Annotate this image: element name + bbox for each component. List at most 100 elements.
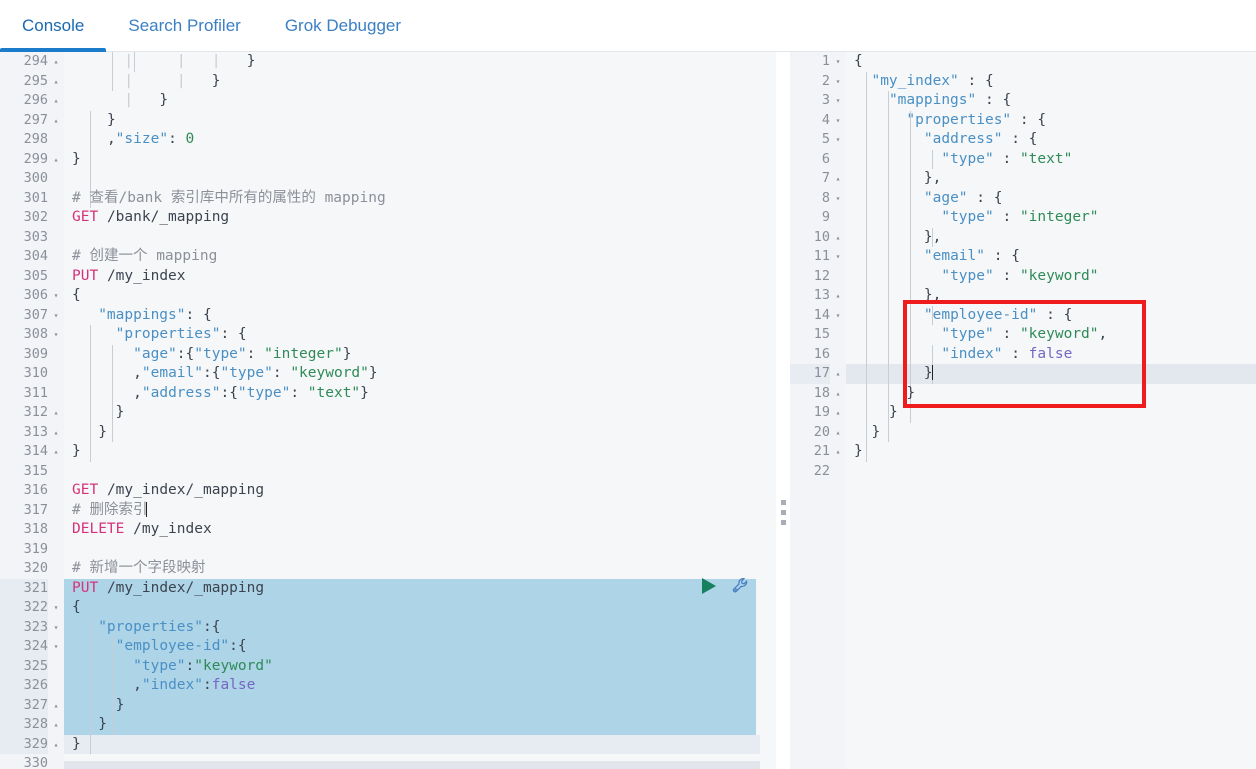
code-line[interactable]: 22 (790, 462, 1256, 482)
code-line[interactable]: 322 ▾ { (0, 598, 776, 618)
fold-toggle-icon[interactable]: ▴ (830, 364, 846, 384)
fold-toggle-icon[interactable]: ▴ (830, 442, 846, 462)
fold-toggle-icon[interactable]: ▴ (48, 91, 64, 111)
fold-toggle-icon[interactable]: ▴ (830, 169, 846, 189)
fold-toggle-icon[interactable]: ▾ (830, 111, 846, 131)
code-line[interactable]: 300 (0, 169, 776, 189)
code-line[interactable]: 313 ▴ } (0, 423, 776, 443)
code-line[interactable]: 329 ▴} (0, 734, 776, 755)
code-line[interactable]: 312 ▴ } (0, 403, 776, 423)
code-line[interactable]: 325 "type":"keyword" (0, 656, 776, 676)
code-line[interactable]: 326 ,"index":false (0, 676, 776, 696)
code-line[interactable]: 13 ▴ }, (790, 286, 1256, 306)
code-line[interactable]: 319 (0, 540, 776, 560)
code-line[interactable]: 1 ▾ { (790, 52, 1256, 72)
code-line[interactable]: 323 ▾ "properties":{ (0, 617, 776, 638)
code-line[interactable]: 304 # 创建一个 mapping (0, 247, 776, 267)
code-line[interactable]: 310 ,"email":{"type": "keyword"} (0, 364, 776, 384)
fold-toggle-icon[interactable]: ▴ (48, 696, 64, 716)
code-line[interactable]: 296 ▴ | } (0, 91, 776, 111)
code-line[interactable]: 321 PUT /my_index/_mapping (0, 578, 776, 598)
code-line[interactable]: 10 ▴ }, (790, 228, 1256, 248)
code-line[interactable]: 3 ▾ "mappings" : { (790, 91, 1256, 111)
fold-toggle-icon[interactable]: ▴ (48, 715, 64, 735)
tab-grok-debugger[interactable]: Grok Debugger (263, 0, 423, 52)
code-line[interactable]: 328 ▴ } (0, 715, 776, 735)
left-code-surface[interactable]: 294 ▴ | | | } 295 ▴ | | } 296 ▴ | } 297 ▴ } 298 … (0, 52, 776, 769)
code-line[interactable]: 295 ▴ | | } (0, 72, 776, 92)
request-action-controls[interactable] (700, 576, 751, 596)
play-icon[interactable] (700, 577, 717, 595)
code-line[interactable]: 19 ▴ } (790, 403, 1256, 423)
fold-toggle-icon[interactable]: ▴ (48, 423, 64, 443)
code-line[interactable]: 15 "type" : "keyword", (790, 325, 1256, 345)
fold-toggle-icon[interactable]: ▾ (830, 72, 846, 92)
fold-toggle-icon[interactable]: ▴ (48, 735, 64, 755)
code-line[interactable]: 307 ▾ "mappings": { (0, 306, 776, 326)
code-line[interactable]: 306 ▾ { (0, 286, 776, 306)
code-line[interactable]: 16 "index" : false (790, 345, 1256, 365)
code-line[interactable]: 318 DELETE /my_index (0, 520, 776, 540)
code-line[interactable]: 314 ▴} (0, 442, 776, 462)
response-pane[interactable]: 1 ▾{2 ▾ "my_index" : {3 ▾ "mappings" : {4 ▾ … (790, 52, 1256, 769)
code-line[interactable]: 317 # 删除索引 (0, 501, 776, 521)
request-pane[interactable]: 294 ▴ | | | } 295 ▴ | | } 296 ▴ | } 297 ▴ } 298 … (0, 52, 776, 769)
horizontal-scrollbar[interactable] (64, 761, 760, 769)
code-line[interactable]: 14 ▾ "employee-id" : { (790, 306, 1256, 326)
code-line[interactable]: 11 ▾ "email" : { (790, 247, 1256, 267)
fold-toggle-icon[interactable]: ▾ (830, 247, 846, 267)
code-line[interactable]: 21 ▴} (790, 442, 1256, 462)
code-line[interactable]: 8 ▾ "age" : { (790, 189, 1256, 209)
code-line[interactable]: 327 ▴ } (0, 695, 776, 716)
code-line[interactable]: 298 ,"size": 0 (0, 130, 776, 150)
fold-toggle-icon[interactable]: ▾ (830, 130, 846, 150)
fold-toggle-icon[interactable]: ▾ (48, 618, 64, 638)
fold-toggle-icon[interactable]: ▾ (48, 286, 64, 306)
code-line[interactable]: 20 ▴ } (790, 423, 1256, 443)
fold-toggle-icon[interactable]: ▾ (830, 91, 846, 111)
fold-toggle-icon[interactable]: ▴ (48, 52, 64, 72)
fold-toggle-icon[interactable]: ▴ (830, 286, 846, 306)
code-line[interactable]: 6 "type" : "text" (790, 150, 1256, 170)
code-line[interactable]: 309 "age":{"type": "integer"} (0, 345, 776, 365)
code-line[interactable]: 299 ▴} (0, 150, 776, 170)
fold-toggle-icon[interactable]: ▴ (830, 384, 846, 404)
code-line[interactable]: 5 ▾ "address" : { (790, 130, 1256, 150)
code-line[interactable]: 9 "type" : "integer" (790, 208, 1256, 228)
right-code-surface[interactable]: 1 ▾{2 ▾ "my_index" : {3 ▾ "mappings" : {4 ▾ … (790, 52, 1256, 769)
code-line[interactable]: 316 GET /my_index/_mapping (0, 481, 776, 501)
fold-toggle-icon[interactable]: ▾ (48, 598, 64, 618)
fold-toggle-icon[interactable]: ▾ (830, 306, 846, 326)
fold-toggle-icon[interactable]: ▾ (48, 325, 64, 345)
code-line[interactable]: 18 ▴ } (790, 384, 1256, 404)
tab-console[interactable]: Console (0, 0, 107, 52)
code-line[interactable]: 7 ▴ }, (790, 169, 1256, 189)
code-line[interactable]: 308 ▾ "properties": { (0, 325, 776, 345)
code-line[interactable]: 301 # 查看/bank 索引库中所有的属性的 mapping (0, 189, 776, 209)
fold-toggle-icon[interactable]: ▾ (830, 52, 846, 72)
code-line[interactable]: 315 (0, 462, 776, 482)
fold-toggle-icon[interactable]: ▴ (48, 403, 64, 423)
fold-toggle-icon[interactable]: ▴ (830, 403, 846, 423)
code-line[interactable]: 320 # 新增一个字段映射 (0, 559, 776, 579)
fold-toggle-icon[interactable]: ▴ (830, 228, 846, 248)
fold-toggle-icon[interactable]: ▴ (48, 111, 64, 131)
code-line[interactable]: 324 ▾ "employee-id":{ (0, 637, 776, 657)
code-line[interactable]: 311 ,"address":{"type": "text"} (0, 384, 776, 404)
wrench-icon[interactable] (731, 576, 751, 596)
fold-toggle-icon[interactable]: ▴ (48, 150, 64, 170)
fold-toggle-icon[interactable]: ▴ (48, 442, 64, 462)
fold-toggle-icon[interactable]: ▾ (48, 637, 64, 657)
code-line[interactable]: 294 ▴ | | | } (0, 52, 776, 72)
fold-toggle-icon[interactable]: ▾ (48, 306, 64, 326)
fold-toggle-icon[interactable]: ▴ (48, 72, 64, 92)
code-line[interactable]: 302 GET /bank/_mapping (0, 208, 776, 228)
code-line[interactable]: 12 "type" : "keyword" (790, 267, 1256, 287)
code-line[interactable]: 4 ▾ "properties" : { (790, 111, 1256, 131)
code-line[interactable]: 2 ▾ "my_index" : { (790, 72, 1256, 92)
code-line[interactable]: 305 PUT /my_index (0, 267, 776, 287)
pane-resize-handle[interactable] (781, 500, 786, 525)
code-line[interactable]: 297 ▴ } (0, 111, 776, 131)
tab-search-profiler[interactable]: Search Profiler (106, 0, 262, 52)
fold-toggle-icon[interactable]: ▴ (830, 423, 846, 443)
